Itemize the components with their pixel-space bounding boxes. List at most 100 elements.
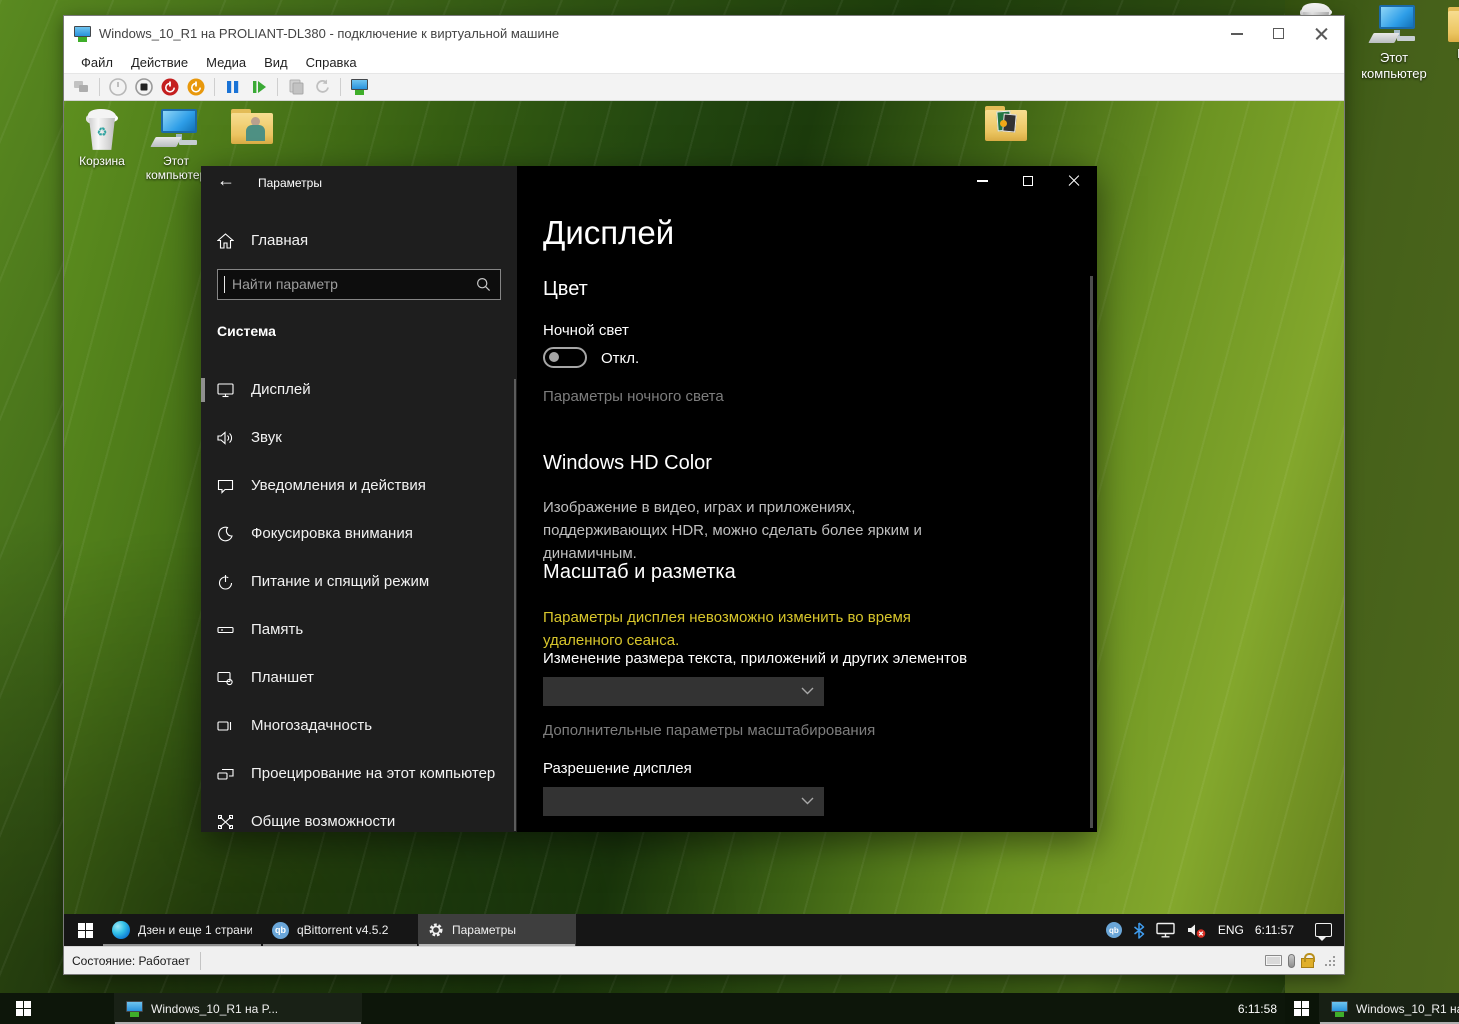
- pause-vm-icon[interactable]: [222, 76, 244, 98]
- focus-assist-icon: [217, 526, 251, 542]
- taskbar-task-settings[interactable]: Параметры: [418, 914, 576, 946]
- resolution-label: Разрешение дисплея: [543, 760, 692, 777]
- settings-close-button[interactable]: [1051, 166, 1097, 196]
- usb-status-icon: [1288, 954, 1295, 968]
- sidebar-nav: Дисплей Звук Уведомления и: [201, 366, 517, 846]
- clock[interactable]: 6:11:57: [1255, 923, 1294, 937]
- host-ron-folder-icon[interactable]: Ron: [1433, 7, 1459, 62]
- sidebar-item-storage[interactable]: Память: [201, 606, 517, 654]
- revert-icon[interactable]: [311, 76, 333, 98]
- sidebar-item-power-sleep[interactable]: Питание и спящий режим: [201, 558, 517, 606]
- settings-maximize-button[interactable]: [1005, 166, 1051, 196]
- sidebar-item-label: Планшет: [251, 669, 314, 686]
- start-vm-icon[interactable]: [107, 76, 129, 98]
- host-task-vmconnect[interactable]: Windows_10_R1 на P...: [114, 993, 362, 1024]
- qbittorrent-tray-icon[interactable]: qb: [1106, 922, 1122, 938]
- search-input[interactable]: [225, 276, 476, 292]
- desktop-icon-label: Ron: [1433, 46, 1459, 62]
- folder-icon: [1448, 7, 1459, 43]
- network-icon[interactable]: [1156, 922, 1176, 938]
- reset-vm-icon[interactable]: [248, 76, 270, 98]
- night-light-settings-link[interactable]: Параметры ночного света: [543, 388, 724, 405]
- sidebar-item-label: Звук: [251, 429, 282, 446]
- power-sleep-icon: [217, 574, 251, 590]
- menu-media[interactable]: Медиа: [206, 55, 246, 70]
- guest-user-folder-icon[interactable]: [216, 109, 288, 145]
- lock-status-icon: [1301, 958, 1314, 968]
- desktop-icon-label: Корзина: [66, 154, 138, 168]
- settings-minimize-button[interactable]: [959, 166, 1005, 196]
- page-title: Дисплей: [543, 214, 674, 252]
- settings-window-title: Параметры: [258, 176, 322, 190]
- host-clock[interactable]: 6:11:58: [1238, 1002, 1277, 1016]
- night-light-state: Откл.: [601, 350, 639, 367]
- vm-status-text: Состояние: Работает: [72, 954, 190, 968]
- save-vm-icon[interactable]: [185, 76, 207, 98]
- host-start-button[interactable]: [0, 993, 46, 1024]
- hdr-description: Изображение в видео, играх и приложениях…: [543, 496, 971, 565]
- resolution-dropdown[interactable]: [543, 787, 824, 816]
- menu-view[interactable]: Вид: [264, 55, 288, 70]
- sidebar-item-home[interactable]: Главная: [201, 224, 517, 258]
- guest-recycle-bin-icon[interactable]: ♻ Корзина: [66, 109, 138, 168]
- home-icon: [217, 233, 251, 249]
- menu-help[interactable]: Справка: [306, 55, 357, 70]
- sidebar-item-projecting[interactable]: Проецирование на этот компьютер: [201, 750, 517, 798]
- scale-dropdown-label: Изменение размера текста, приложений и д…: [543, 650, 967, 667]
- vm-status-bar: Состояние: Работает: [64, 946, 1344, 974]
- guest-start-button[interactable]: [72, 914, 98, 946]
- recycle-bin-icon: ♻: [85, 109, 119, 151]
- night-light-toggle[interactable]: [543, 347, 587, 368]
- action-center-icon[interactable]: [1315, 923, 1332, 937]
- projecting-icon: [217, 766, 251, 782]
- pictures-folder-icon: [985, 106, 1027, 142]
- vm-connection-window: Windows_10_R1 на PROLIANT-DL380 - подклю…: [63, 15, 1345, 975]
- ctrl-alt-del-icon[interactable]: [70, 76, 92, 98]
- chevron-down-icon: [801, 687, 814, 695]
- scale-dropdown[interactable]: [543, 677, 824, 706]
- sidebar-item-shared-experiences[interactable]: Общие возможности: [201, 798, 517, 846]
- sidebar-item-label: Общие возможности: [251, 813, 395, 830]
- close-button[interactable]: [1314, 27, 1328, 41]
- sidebar-item-display[interactable]: Дисплей: [201, 366, 517, 414]
- taskbar-task-qbittorrent[interactable]: qb qBittorrent v4.5.2: [262, 914, 418, 946]
- sidebar-item-focus-assist[interactable]: Фокусировка внимания: [201, 510, 517, 558]
- sidebar-item-multitasking[interactable]: Многозадачность: [201, 702, 517, 750]
- sidebar-item-tablet[interactable]: Планшет: [201, 654, 517, 702]
- host-task-vmconnect-monitor2[interactable]: Windows_10_R1 на P.: [1319, 993, 1459, 1024]
- settings-main-pane: Дисплей Цвет Ночной свет Откл. Параметры…: [517, 166, 1097, 832]
- taskbar-task-edge[interactable]: Дзен и еще 1 страни...: [102, 914, 262, 946]
- vm-titlebar[interactable]: Windows_10_R1 на PROLIANT-DL380 - подклю…: [64, 16, 1344, 52]
- menu-file[interactable]: Файл: [81, 55, 113, 70]
- settings-search-box[interactable]: [217, 269, 501, 300]
- search-icon[interactable]: [476, 277, 491, 292]
- host-start-button-monitor2[interactable]: [1285, 993, 1317, 1024]
- minimize-button[interactable]: [1231, 33, 1243, 35]
- volume-muted-icon[interactable]: [1187, 922, 1207, 939]
- notifications-icon: [217, 478, 251, 494]
- shut-down-vm-icon[interactable]: [159, 76, 181, 98]
- scale-heading: Масштаб и разметка: [543, 561, 736, 584]
- content-scrollbar[interactable]: [1090, 276, 1093, 828]
- bluetooth-icon[interactable]: [1133, 922, 1145, 939]
- host-this-pc-icon[interactable]: Этот компьютер: [1358, 5, 1430, 82]
- maximize-button[interactable]: [1273, 28, 1284, 39]
- resize-grip[interactable]: [1324, 955, 1336, 967]
- color-heading: Цвет: [543, 278, 588, 301]
- checkpoint-icon[interactable]: [285, 76, 307, 98]
- enhanced-session-icon[interactable]: [348, 76, 370, 98]
- sidebar-group-label: Система: [217, 323, 276, 339]
- task-label: Windows_10_R1 на P...: [151, 1002, 278, 1016]
- menu-action[interactable]: Действие: [131, 55, 188, 70]
- guest-pictures-folder-icon[interactable]: [970, 106, 1042, 142]
- sidebar-item-notifications[interactable]: Уведомления и действия: [201, 462, 517, 510]
- shared-experiences-icon: [217, 814, 251, 830]
- sidebar-scrollbar[interactable]: [514, 379, 516, 831]
- back-arrow-icon[interactable]: ←: [217, 170, 235, 191]
- vm-app-icon: [1331, 1001, 1348, 1017]
- host-taskbar-monitor1: Windows_10_R1 на P... 6:11:58: [0, 993, 1285, 1024]
- advanced-scaling-link[interactable]: Дополнительные параметры масштабирования: [543, 722, 875, 739]
- language-indicator[interactable]: ENG: [1218, 923, 1244, 937]
- sidebar-item-sound[interactable]: Звук: [201, 414, 517, 462]
- turn-off-vm-icon[interactable]: [133, 76, 155, 98]
